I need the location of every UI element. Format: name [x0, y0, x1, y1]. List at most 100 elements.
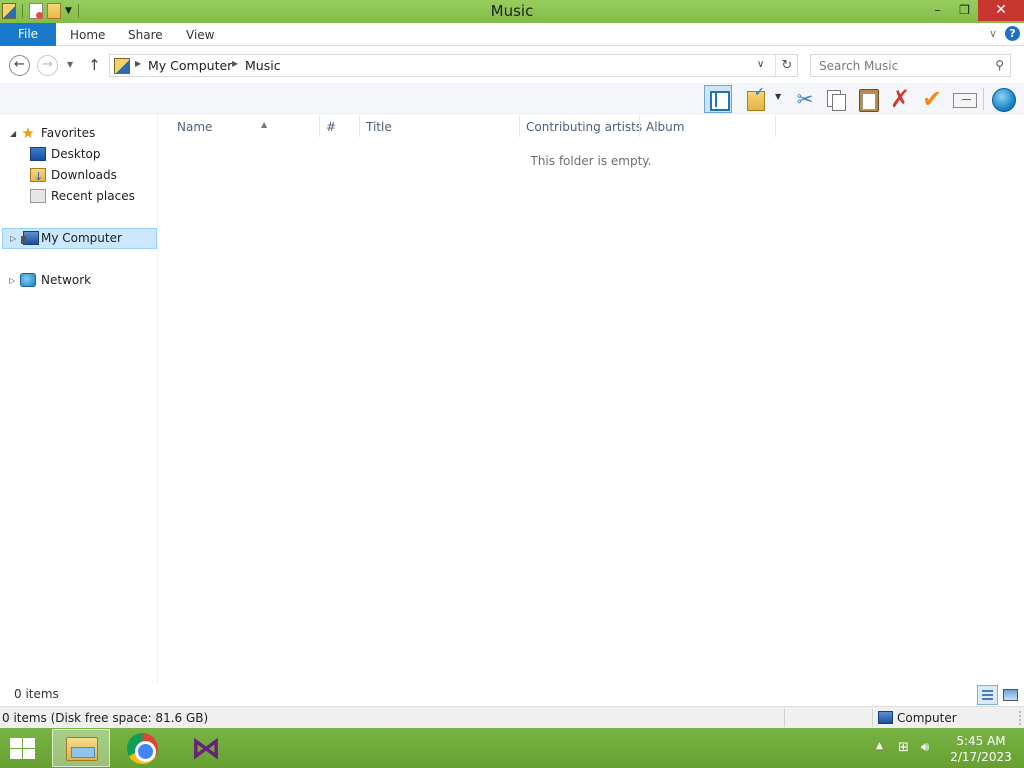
close-button[interactable]: ✕ — [978, 0, 1024, 21]
nav-item-downloads[interactable]: Downloads — [0, 165, 157, 187]
ribbon-tabs: File Home Share View ∨ ? — [0, 23, 1024, 46]
taskbar-chrome[interactable] — [114, 729, 172, 767]
delete-icon[interactable]: ✗ — [886, 85, 914, 113]
column-divider[interactable] — [519, 116, 520, 137]
details-bar: 0 items (Disk free space: 81.6 GB) Compu… — [0, 706, 1024, 728]
nav-network[interactable]: ▷ Network — [0, 270, 157, 291]
address-row: ← → ▼ ↑ ▶ My Computer ▶ Music ∨ ↻ ⚲ — [0, 47, 1024, 83]
tab-home[interactable]: Home — [70, 23, 105, 46]
folder-options-dropdown-icon[interactable]: ▼ — [775, 92, 781, 101]
window-title: Music — [490, 2, 534, 20]
column-header-name[interactable]: ▲ Name — [177, 114, 267, 140]
tab-view[interactable]: View — [186, 23, 214, 46]
nav-my-computer[interactable]: ▷ My Computer — [2, 228, 157, 249]
column-divider[interactable] — [775, 116, 776, 137]
nav-label: Favorites — [41, 126, 96, 140]
nav-favorites[interactable]: ◢ ★ Favorites — [0, 123, 157, 144]
computer-icon — [21, 231, 39, 245]
back-button[interactable]: ← — [9, 55, 30, 76]
command-toolbar: ✂ ✗ ✔ — [0, 83, 1024, 114]
visual-studio-icon: ⋈ — [191, 731, 221, 766]
title-bar: ▼ Music – ❐ ✕ — [0, 0, 1024, 23]
maximize-button[interactable]: ❐ — [951, 0, 978, 21]
large-icons-view-button[interactable] — [1000, 685, 1021, 705]
search-input[interactable] — [811, 55, 986, 76]
start-button[interactable] — [8, 736, 36, 760]
nav-label: Desktop — [51, 147, 101, 161]
nav-label: Network — [41, 273, 92, 287]
show-hidden-icons-icon[interactable]: ▲ — [876, 741, 883, 751]
breadcrumb-separator[interactable]: ▶ — [232, 59, 238, 68]
navigation-pane: ◢ ★ Favorites Desktop Downloads Recent p… — [0, 114, 158, 683]
sort-ascending-icon: ▲ — [261, 120, 268, 129]
layout-pane-icon[interactable] — [704, 85, 732, 113]
column-header-number[interactable]: # — [326, 114, 336, 140]
file-explorer-icon — [66, 737, 98, 761]
computer-icon — [878, 711, 893, 724]
clock-date: 2/17/2023 — [950, 750, 1012, 764]
column-divider[interactable] — [359, 116, 360, 137]
copy-icon[interactable] — [822, 85, 850, 113]
up-button[interactable]: ↑ — [88, 56, 101, 74]
network-icon — [20, 273, 36, 287]
system-clock[interactable]: 5:45 AM 2/17/2023 — [946, 733, 1016, 765]
clock-time: 5:45 AM — [956, 734, 1006, 748]
chrome-icon — [127, 733, 158, 764]
resize-grip-icon[interactable] — [1019, 711, 1021, 727]
desktop-icon — [30, 147, 46, 161]
network-tray-icon[interactable]: ⊞ — [898, 740, 909, 755]
minimize-button[interactable]: – — [924, 0, 951, 21]
column-divider[interactable] — [319, 116, 320, 137]
volume-icon[interactable]: 🔊︎ — [921, 740, 929, 755]
rename-icon[interactable] — [950, 85, 978, 113]
expand-ribbon-icon[interactable]: ∨ — [989, 27, 997, 40]
refresh-icon[interactable]: ↻ — [775, 55, 798, 76]
column-divider[interactable] — [639, 116, 640, 137]
folder-check-icon[interactable] — [744, 85, 772, 113]
status-divider — [872, 709, 873, 727]
tab-file[interactable]: File — [0, 23, 56, 46]
window-controls: – ❐ ✕ — [924, 0, 1024, 21]
windows-logo-icon — [10, 738, 22, 748]
forward-button[interactable]: → — [37, 55, 58, 76]
taskbar: ⋈ ▲ ⊞ 🔊︎ 5:45 AM 2/17/2023 — [0, 728, 1024, 768]
tab-share[interactable]: Share — [128, 23, 163, 46]
windows-logo-icon — [23, 738, 35, 748]
status-bar: 0 items — [0, 683, 1024, 706]
item-count: 0 items — [14, 687, 59, 701]
details-view-button[interactable] — [977, 685, 998, 705]
nav-item-desktop[interactable]: Desktop — [0, 144, 157, 165]
taskbar-visual-studio[interactable]: ⋈ — [176, 729, 234, 767]
recent-locations-icon[interactable]: ▼ — [67, 60, 73, 69]
collapse-icon[interactable]: ◢ — [10, 123, 16, 144]
location-zone: Computer — [897, 711, 957, 725]
breadcrumb-music[interactable]: Music — [245, 58, 281, 73]
column-header-contributing-artists[interactable]: Contributing artists — [526, 114, 642, 140]
breadcrumb-separator[interactable]: ▶ — [135, 59, 141, 68]
file-list[interactable]: ▲ Name # Title Contributing artists Albu… — [158, 114, 1024, 683]
star-icon: ★ — [21, 124, 35, 142]
expand-icon[interactable]: ▷ — [9, 270, 15, 291]
paste-icon[interactable] — [854, 85, 882, 113]
address-bar[interactable]: ▶ My Computer ▶ Music ∨ ↻ — [109, 54, 798, 77]
nav-label: Recent places — [51, 189, 135, 203]
search-box[interactable]: ⚲ — [810, 54, 1011, 77]
expand-icon[interactable]: ▷ — [10, 229, 16, 248]
downloads-icon — [30, 166, 46, 187]
column-header-title[interactable]: Title — [366, 114, 392, 140]
globe-icon[interactable] — [990, 85, 1018, 113]
search-icon[interactable]: ⚲ — [995, 58, 1004, 72]
disk-space-status: 0 items (Disk free space: 81.6 GB) — [2, 711, 209, 725]
breadcrumb-my-computer[interactable]: My Computer — [148, 58, 232, 73]
address-dropdown-icon[interactable]: ∨ — [757, 59, 764, 70]
help-icon[interactable]: ? — [1005, 26, 1020, 41]
taskbar-file-explorer[interactable] — [52, 729, 110, 767]
status-divider — [784, 709, 785, 727]
toolbar-separator — [983, 88, 984, 110]
checkmark-icon[interactable]: ✔ — [918, 85, 946, 113]
cut-icon[interactable]: ✂ — [791, 85, 819, 113]
nav-item-recent-places[interactable]: Recent places — [0, 186, 157, 207]
location-icon — [114, 58, 130, 74]
column-header-album[interactable]: Album — [646, 114, 684, 140]
windows-logo-icon — [10, 749, 22, 759]
